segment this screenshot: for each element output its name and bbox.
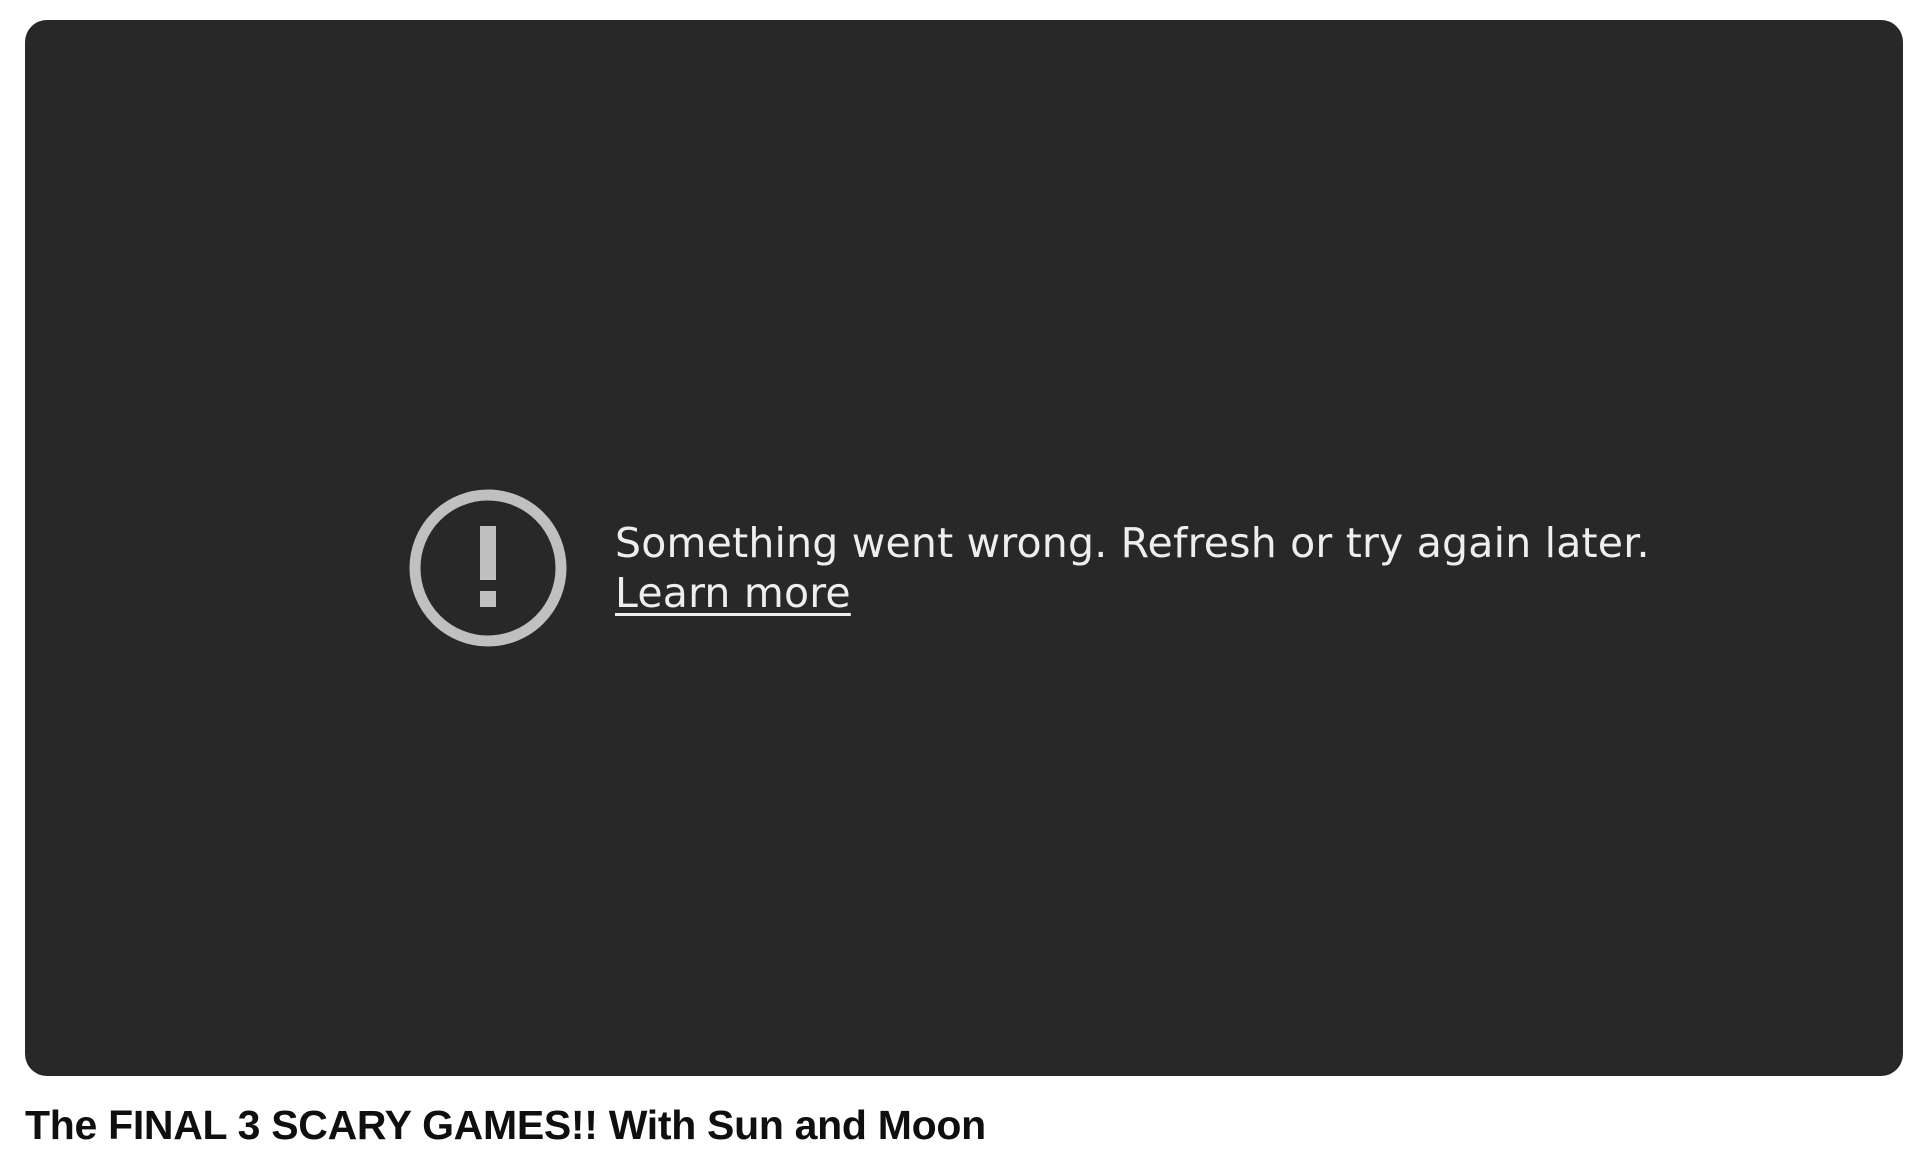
learn-more-link[interactable]: Learn more [615, 568, 851, 618]
player-error: Something went wrong. Refresh or try aga… [407, 487, 1650, 649]
error-text-block: Something went wrong. Refresh or try aga… [615, 518, 1650, 618]
video-player[interactable]: Something went wrong. Refresh or try aga… [25, 20, 1903, 1076]
video-page: Something went wrong. Refresh or try aga… [0, 0, 1910, 1156]
video-title: The FINAL 3 SCARY GAMES!! With Sun and M… [25, 1102, 986, 1148]
alert-circle-icon [409, 489, 567, 647]
error-message: Something went wrong. Refresh or try aga… [615, 519, 1650, 567]
